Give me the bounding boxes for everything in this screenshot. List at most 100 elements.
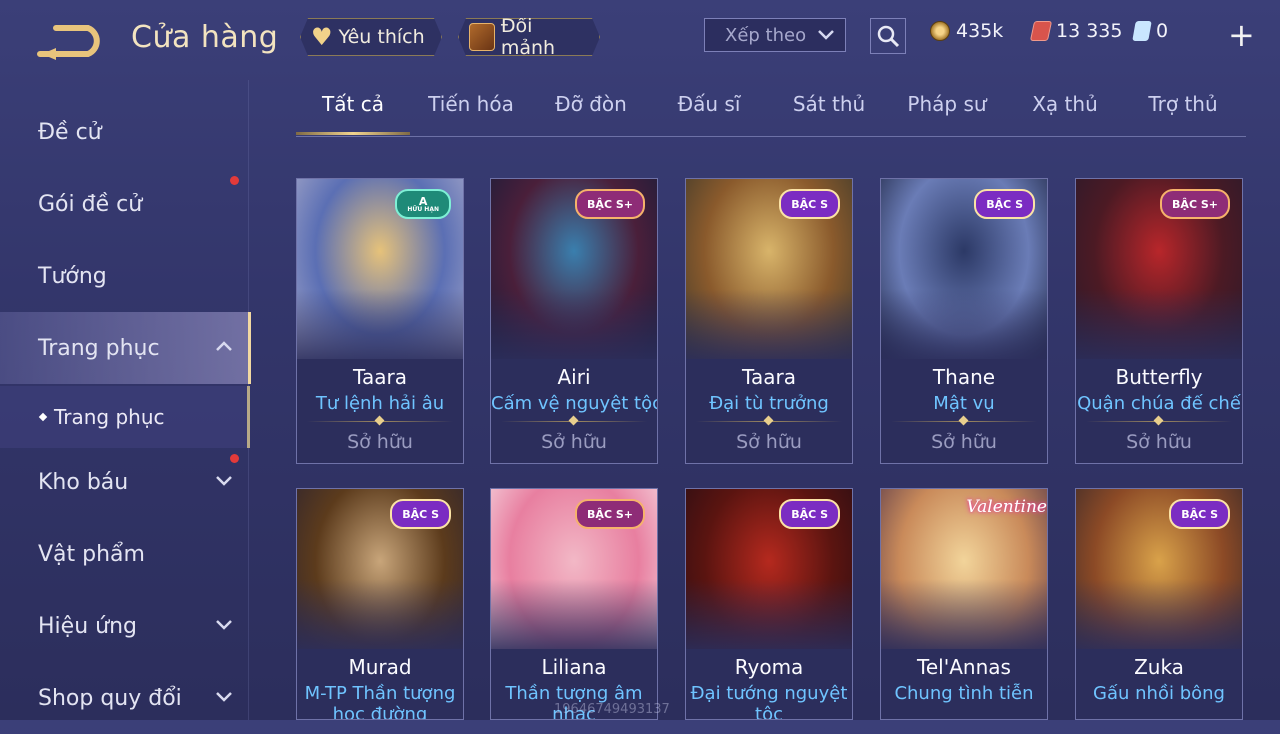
chevron-down-icon bbox=[818, 30, 834, 40]
hero-name: Tel'Annas bbox=[917, 655, 1011, 679]
sidebar: Đề cử Gói đề cử Tướng Trang phục Kho báu Vật … bbox=[0, 96, 251, 720]
sidebar-item-label: Đề cử bbox=[38, 119, 102, 145]
tier-badge: BẬC S bbox=[390, 499, 451, 529]
tab[interactable]: Sát thủ bbox=[772, 92, 886, 134]
sidebar-item[interactable]: Trang phục bbox=[0, 312, 251, 384]
tier-badge: BẬC S+ bbox=[575, 189, 645, 219]
artwork-fade bbox=[1076, 289, 1242, 369]
owned-status: Sở hữu bbox=[1126, 431, 1192, 453]
tier-badge: BẬC S bbox=[779, 189, 840, 219]
skin-name: Cấm vệ nguyệt tộc bbox=[491, 393, 658, 414]
category-tabs: Tất cả Tiến hóa Đỡ đòn Đấu sĩ Sát thủ Pháp sư… bbox=[296, 92, 1246, 137]
tab[interactable]: Tất cả bbox=[296, 92, 410, 135]
bullet-icon bbox=[38, 412, 48, 422]
sidebar-subitem-skins[interactable]: Trang phục bbox=[0, 386, 250, 448]
hero-name: Zuka bbox=[1134, 655, 1184, 679]
skin-name: Đại tướng nguyệt tộc bbox=[690, 683, 848, 720]
tab[interactable]: Pháp sư bbox=[890, 92, 1004, 134]
ruby-icon bbox=[1029, 21, 1053, 41]
top-bar: Cửa hàng ♥ Yêu thích Đổi mảnh Xếp theo 4… bbox=[0, 0, 1280, 80]
owned-status: Sở hữu bbox=[541, 431, 607, 453]
sidebar-item[interactable]: Tướng bbox=[0, 240, 250, 312]
skin-name: M-TP Thần tượng học đường bbox=[304, 683, 456, 720]
tab[interactable]: Xạ thủ bbox=[1008, 92, 1122, 134]
skin-card[interactable]: BẬC S+ Liliana Thần tượng âm nhạc bbox=[490, 488, 658, 720]
tab[interactable]: Đấu sĩ bbox=[652, 92, 766, 134]
owned-status: Sở hữu bbox=[931, 431, 997, 453]
exchange-label: Đổi mảnh bbox=[500, 15, 556, 59]
skin-name: Mật vụ bbox=[933, 393, 995, 414]
sidebar-subitem-label: Trang phục bbox=[54, 405, 165, 429]
chest-icon bbox=[469, 23, 495, 51]
favorites-label: Yêu thích bbox=[338, 26, 425, 48]
tab[interactable]: Đỡ đòn bbox=[534, 92, 648, 134]
chevron-down-icon bbox=[216, 620, 232, 630]
sidebar-item-label: Kho báu bbox=[38, 469, 129, 495]
sidebar-item-label: Shop quy đổi bbox=[38, 685, 182, 711]
sort-label: Xếp theo bbox=[725, 24, 807, 46]
tier-badge: A HỮU HẠN bbox=[395, 189, 451, 219]
page-title: Cửa hàng bbox=[131, 20, 279, 55]
tab[interactable]: Trợ thủ bbox=[1126, 92, 1240, 134]
hero-name: Murad bbox=[348, 655, 412, 679]
skin-card[interactable]: BẬC S Taara Đại tù trưởng Sở hữu bbox=[685, 178, 853, 464]
artwork-fade bbox=[881, 579, 1047, 659]
artwork-fade bbox=[491, 289, 657, 369]
skin-name: Tư lệnh hải âu bbox=[315, 393, 445, 414]
sidebar-item-label: Tướng bbox=[38, 263, 107, 289]
tier-letter: A bbox=[418, 194, 428, 208]
sidebar-item-label: Gói đề cử bbox=[38, 191, 143, 217]
skin-card[interactable]: BẬC S+ Airi Cấm vệ nguyệt tộc Sở hữu bbox=[490, 178, 658, 464]
exchange-fragments-button[interactable]: Đổi mảnh bbox=[458, 18, 600, 56]
artwork-fade bbox=[297, 289, 463, 369]
hero-name: Airi bbox=[557, 365, 591, 389]
search-icon bbox=[877, 25, 900, 48]
tier-sublabel: HỮU HẠN bbox=[407, 205, 439, 213]
tier-badge: Valentine bbox=[966, 497, 1047, 517]
heart-icon: ♥ bbox=[311, 23, 333, 51]
skin-card[interactable]: BẬC S Murad M-TP Thần tượng học đường bbox=[296, 488, 464, 720]
hero-name: Liliana bbox=[541, 655, 607, 679]
sidebar-item[interactable]: Shop quy đổi bbox=[0, 662, 250, 734]
artwork-fade bbox=[1076, 579, 1242, 659]
gold-coin-icon bbox=[930, 21, 950, 41]
gold-amount: 435k bbox=[956, 20, 1004, 42]
search-button[interactable] bbox=[870, 18, 906, 54]
tier-badge: BẬC S bbox=[779, 499, 840, 529]
tab[interactable]: Tiến hóa bbox=[414, 92, 528, 134]
skin-name: Quận chúa đế chế bbox=[1077, 393, 1241, 414]
skin-card[interactable]: A HỮU HẠN Taara Tư lệnh hải âu Sở hữu bbox=[296, 178, 464, 464]
skin-card[interactable]: BẬC S Ryoma Đại tướng nguyệt tộc bbox=[685, 488, 853, 720]
owned-status: Sở hữu bbox=[736, 431, 802, 453]
ruby-balance: 13 335 bbox=[1029, 20, 1123, 42]
favorites-button[interactable]: ♥ Yêu thích bbox=[300, 18, 442, 56]
voucher-icon bbox=[1132, 21, 1152, 41]
ruby-amount: 13 335 bbox=[1056, 20, 1123, 42]
chevron-down-icon bbox=[216, 692, 232, 702]
voucher-amount: 0 bbox=[1156, 20, 1169, 42]
skin-name: Đại tù trưởng bbox=[709, 393, 829, 414]
hero-name: Thane bbox=[932, 365, 996, 389]
skin-card[interactable]: BẬC S Thane Mật vụ Sở hữu bbox=[880, 178, 1048, 464]
artwork-fade bbox=[881, 289, 1047, 369]
gold-balance: 435k bbox=[930, 20, 1003, 42]
chevron-down-icon bbox=[216, 476, 232, 486]
sidebar-item[interactable]: Kho báu bbox=[0, 446, 250, 518]
skin-card[interactable]: Valentine Tel'Annas Chung tình tiễn bbox=[880, 488, 1048, 720]
add-currency-icon[interactable]: + bbox=[1228, 16, 1255, 54]
skin-card[interactable]: BẬC S+ Butterfly Quận chúa đế chế Sở hữu bbox=[1075, 178, 1243, 464]
sidebar-item[interactable]: Hiệu ứng bbox=[0, 590, 250, 662]
skin-card[interactable]: BẬC S Zuka Gấu nhồi bông bbox=[1075, 488, 1243, 720]
sidebar-item[interactable]: Gói đề cử bbox=[0, 168, 250, 240]
sort-dropdown[interactable]: Xếp theo bbox=[704, 18, 846, 52]
owned-status: Sở hữu bbox=[347, 431, 413, 453]
sidebar-item[interactable]: Đề cử bbox=[0, 96, 250, 168]
sidebar-item-label: Trang phục bbox=[38, 335, 160, 361]
back-arrow-icon[interactable] bbox=[36, 22, 106, 60]
hero-name: Ryoma bbox=[734, 655, 804, 679]
sidebar-item-label: Vật phẩm bbox=[38, 541, 145, 567]
hero-name: Taara bbox=[353, 365, 407, 389]
tier-badge: BẬC S+ bbox=[575, 499, 645, 529]
sidebar-item[interactable]: Vật phẩm bbox=[0, 518, 250, 590]
artwork-fade bbox=[491, 579, 657, 659]
